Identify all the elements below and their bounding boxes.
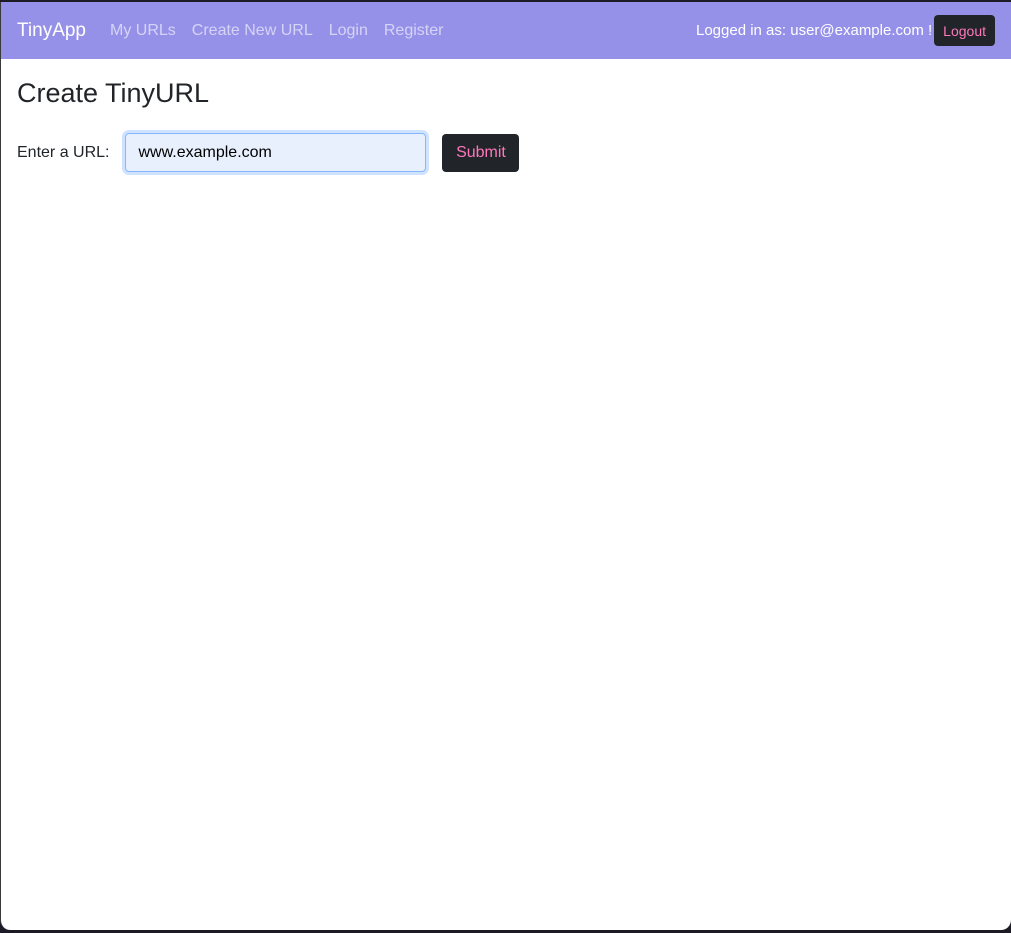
navbar: TinyApp My URLs Create New URL Login Reg… — [1, 2, 1011, 59]
nav-link-login[interactable]: Login — [329, 22, 368, 40]
nav-links: My URLs Create New URL Login Register — [110, 22, 443, 40]
logout-button[interactable]: Logout — [934, 15, 995, 46]
url-label: Enter a URL: — [17, 143, 110, 161]
logged-in-text: Logged in as: user@example.com ! — [695, 22, 933, 39]
brand-link[interactable]: TinyApp — [17, 20, 86, 42]
create-url-form: Enter a URL: Submit — [17, 133, 520, 172]
nav-link-create-new-url[interactable]: Create New URL — [192, 22, 313, 40]
nav-link-register[interactable]: Register — [384, 22, 444, 40]
url-input[interactable] — [125, 133, 427, 172]
nav-link-my-urls[interactable]: My URLs — [110, 22, 176, 40]
browser-window: TinyApp My URLs Create New URL Login Reg… — [0, 2, 1011, 930]
main-content: Create TinyURL Enter a URL: Submit — [17, 76, 520, 172]
user-area: Logged in as: user@example.com ! Logout — [696, 15, 995, 46]
submit-button[interactable]: Submit — [442, 133, 520, 172]
page-title: Create TinyURL — [17, 78, 210, 108]
